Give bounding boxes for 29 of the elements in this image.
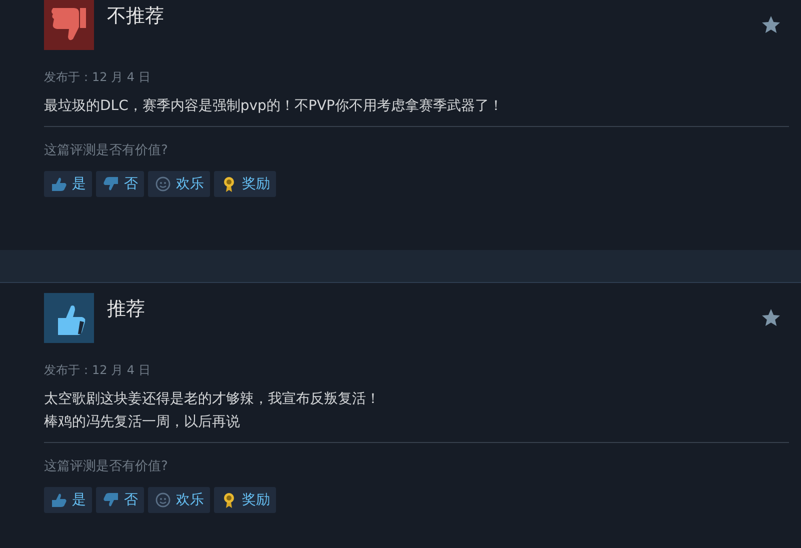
thumbs-down-icon (103, 176, 119, 192)
funny-button[interactable]: 欢乐 (148, 487, 210, 513)
post-date: 发布于：12 月 4 日 (44, 362, 152, 379)
funny-button[interactable]: 欢乐 (148, 171, 210, 197)
yes-button[interactable]: 是 (44, 487, 92, 513)
no-button[interactable]: 否 (96, 487, 144, 513)
smiley-icon (155, 176, 171, 192)
review-verdict: 不推荐 (107, 4, 164, 29)
thumbs-down-icon (103, 492, 119, 508)
award-icon (221, 492, 237, 508)
helpful-question: 这篇评测是否有价值? (44, 142, 169, 159)
post-date: 发布于：12 月 4 日 (44, 69, 152, 86)
thumbs-up-icon (51, 176, 67, 192)
review-text: 太空歌剧这块姜还得是老的才够辣，我宣布反叛复活！ (44, 390, 381, 409)
review-text: 棒鸡的冯先复活一周，以后再说 (44, 413, 241, 432)
thumbs-up-icon (44, 293, 94, 343)
yes-button[interactable]: 是 (44, 171, 92, 197)
helpful-question: 这篇评测是否有价值? (44, 458, 169, 475)
review-text: 最垃圾的DLC，赛季内容是强制pvp的！不PVP你不用考虑拿赛季武器了！ (44, 97, 504, 116)
star-icon[interactable] (761, 308, 781, 328)
award-button[interactable]: 奖励 (214, 171, 276, 197)
no-button[interactable]: 否 (96, 171, 144, 197)
thumbs-down-icon (44, 0, 94, 50)
review-verdict: 推荐 (107, 297, 145, 322)
award-icon (221, 176, 237, 192)
thumbs-up-icon (51, 492, 67, 508)
star-icon[interactable] (761, 15, 781, 35)
smiley-icon (155, 492, 171, 508)
award-button[interactable]: 奖励 (214, 487, 276, 513)
